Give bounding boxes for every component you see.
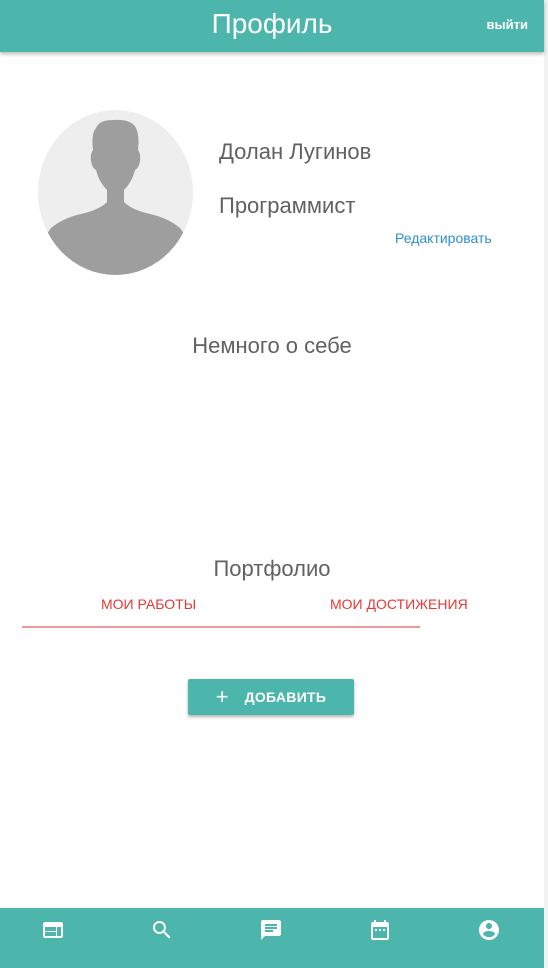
nav-account[interactable] (477, 918, 501, 942)
tab-my-works[interactable]: МОИ РАБОТЫ (101, 595, 196, 613)
about-section-title: Немного о себе (192, 333, 352, 358)
portfolio-section-title: Портфолио (213, 556, 331, 581)
person-silhouette-icon (38, 119, 193, 275)
logout-button[interactable]: выйти (487, 16, 528, 34)
tabs-underline (22, 626, 420, 628)
page-title: Профиль (211, 8, 333, 39)
bottom-navigation (0, 908, 544, 968)
calendar-icon (371, 920, 389, 940)
avatar (38, 110, 193, 275)
edit-profile-link[interactable]: Редактировать (395, 229, 492, 247)
plus-icon: + (215, 684, 229, 709)
nav-chat[interactable] (259, 918, 283, 942)
nav-calendar[interactable] (368, 918, 392, 942)
add-button[interactable]: + ДОБАВИТЬ (188, 679, 354, 715)
user-role: Программист (219, 193, 356, 218)
account-icon (479, 920, 499, 940)
user-name: Долан Лугинов (219, 139, 372, 164)
chat-icon (261, 920, 281, 940)
search-icon (153, 921, 171, 939)
tab-my-achievements[interactable]: МОИ ДОСТИЖЕНИЯ (330, 595, 468, 613)
app-bar: Профиль выйти (0, 0, 544, 52)
nav-feed[interactable] (41, 918, 65, 942)
nav-search[interactable] (150, 918, 174, 942)
window-edge (544, 0, 548, 968)
add-button-label: ДОБАВИТЬ (244, 689, 327, 705)
feed-icon (43, 922, 63, 938)
